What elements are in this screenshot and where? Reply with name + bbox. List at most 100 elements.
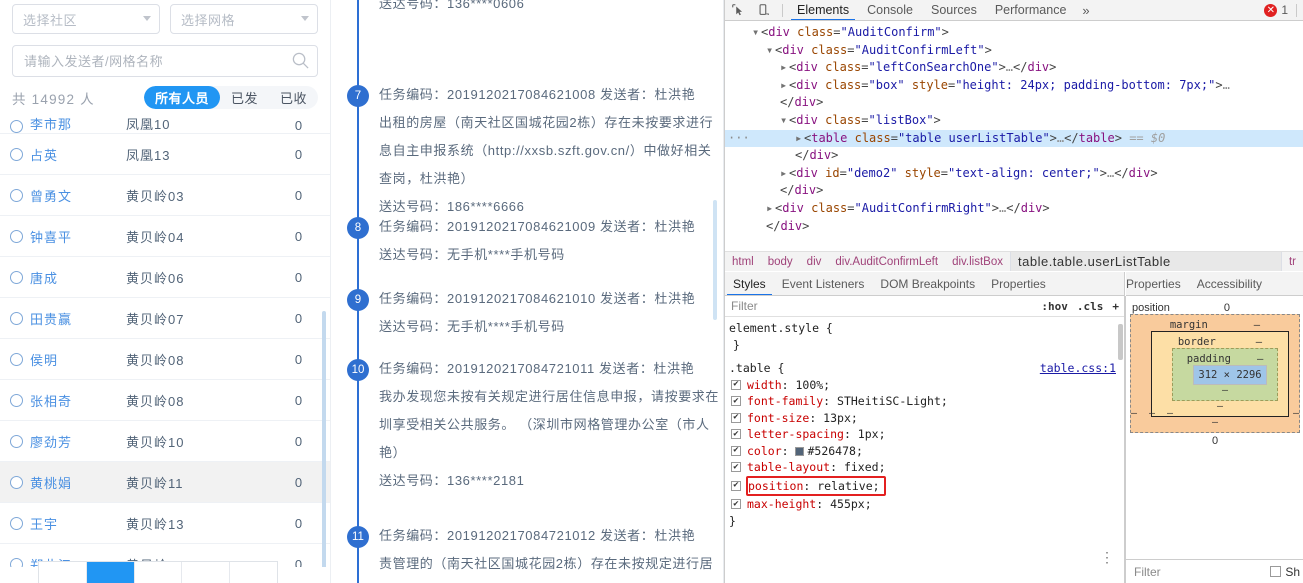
collapse-arrow-icon[interactable]: ▸ <box>780 59 789 77</box>
checkbox-icon[interactable]: ✔ <box>731 499 741 510</box>
css-property-position[interactable]: ✔ position: relative; <box>729 475 1124 496</box>
inspect-element-icon[interactable] <box>725 0 751 20</box>
dom-node[interactable]: ▸ <div class="AuditConfirmRight">…</div> <box>725 200 1303 218</box>
breadcrumb-userlisttable[interactable]: table.table.userListTable <box>1010 252 1282 271</box>
table-row[interactable]: 占英 凤凰13 0 <box>0 134 330 175</box>
box-model-border[interactable]: border – padding – 312 × 2296 – – <box>1151 331 1289 417</box>
pagination[interactable] <box>38 561 278 583</box>
css-property-font-family[interactable]: ✔ font-family: STHeitiSC-Light; <box>729 393 1124 410</box>
segment-all[interactable]: 所有人员 <box>143 86 220 109</box>
breadcrumb-listbox[interactable]: div.listBox <box>945 256 1010 268</box>
segment-received[interactable]: 已收 <box>269 86 318 109</box>
dom-node[interactable]: ▸ <div class="leftConSearchOne">…</div> <box>725 59 1303 77</box>
breadcrumb-tr[interactable]: tr <box>1282 256 1303 268</box>
tab-console[interactable]: Console <box>858 0 922 20</box>
collapse-arrow-icon[interactable]: ▸ <box>780 165 789 183</box>
list-item[interactable]: 10 任务编码：2019120217084721011 发送者：杜洪艳 我办发现… <box>331 355 724 495</box>
tab-properties-right[interactable]: Properties <box>1126 272 1189 295</box>
radio-icon[interactable] <box>10 270 23 284</box>
checkbox-icon[interactable] <box>1270 566 1282 577</box>
checkbox-icon[interactable]: ✔ <box>731 462 741 473</box>
tab-accessibility[interactable]: Accessibility <box>1189 272 1270 295</box>
radio-icon[interactable] <box>10 475 23 489</box>
css-property-table-layout[interactable]: ✔ table-layout: fixed; <box>729 459 1124 476</box>
color-swatch-icon[interactable] <box>795 446 805 456</box>
plus-icon[interactable]: + <box>1112 300 1119 313</box>
dom-node[interactable]: ▸ <div id="demo2" style="text-align: cent… <box>725 165 1303 183</box>
tab-event-listeners[interactable]: Event Listeners <box>774 272 873 295</box>
table-row[interactable]: 黄桃娟 黄贝岭11 0 <box>0 462 330 503</box>
dom-node[interactable]: ▾ <div class="AuditConfirm"> <box>725 24 1303 42</box>
kebab-menu-icon[interactable]: ⋮ <box>1100 551 1114 565</box>
table-row[interactable]: 唐成 黄贝岭06 0 <box>0 257 330 298</box>
radio-icon[interactable] <box>10 516 23 530</box>
radio-icon[interactable] <box>10 311 23 325</box>
breadcrumb-html[interactable]: html <box>725 256 761 268</box>
radio-icon[interactable] <box>10 558 23 567</box>
box-model-margin[interactable]: margin – border – padding – 312 × 2296 –… <box>1130 314 1300 433</box>
list-item[interactable]: 8 任务编码：2019120217084621009 发送者：杜洪艳 送达号码：… <box>331 213 724 269</box>
table-row[interactable]: 钟喜平 黄贝岭04 0 <box>0 216 330 257</box>
styles-scrollbar[interactable] <box>1118 324 1123 360</box>
page-2[interactable] <box>135 562 183 583</box>
dom-node[interactable]: ▾ <div class="listBox"> <box>725 112 1303 130</box>
expand-arrow-icon[interactable]: ▾ <box>780 112 789 130</box>
tab-elements[interactable]: Elements <box>788 0 858 20</box>
collapse-arrow-icon[interactable]: ▸ <box>766 200 775 218</box>
checkbox-icon[interactable]: ✔ <box>731 379 741 390</box>
radio-icon[interactable] <box>10 147 23 161</box>
table-row[interactable]: 曾勇文 黄贝岭03 0 <box>0 175 330 216</box>
tab-performance[interactable]: Performance <box>986 0 1076 20</box>
radio-icon[interactable] <box>10 229 23 243</box>
community-select[interactable]: 选择社区 <box>12 4 160 34</box>
css-source-link[interactable]: table.css:1 <box>1040 360 1124 377</box>
box-model-padding[interactable]: padding – 312 × 2296 – <box>1172 348 1278 401</box>
page-1[interactable] <box>86 562 135 583</box>
table-row[interactable]: 廖劲芳 黄贝岭10 0 <box>0 421 330 462</box>
computed-filter-input[interactable]: Filter <box>1134 565 1161 579</box>
breadcrumb-auditconfirmleft[interactable]: div.AuditConfirmLeft <box>828 256 945 268</box>
chevron-double-right-icon[interactable]: » <box>1075 3 1096 18</box>
checkbox-icon[interactable]: ✔ <box>731 396 741 407</box>
list-item[interactable]: 口和房屋管理办公室），社区巡查岗，杜洪艳） 送达号码：136****0606 <box>331 0 724 18</box>
table-row[interactable]: 张相奇 黄贝岭08 0 <box>0 380 330 421</box>
radio-icon[interactable] <box>10 188 23 202</box>
list-item[interactable]: 9 任务编码：2019120217084621010 发送者：杜洪艳 送达号码：… <box>331 285 724 341</box>
box-model-content-size[interactable]: 312 × 2296 <box>1193 365 1267 385</box>
radio-icon[interactable] <box>10 393 23 407</box>
css-property-width[interactable]: ✔ width: 100%; <box>729 377 1124 394</box>
dom-node[interactable]: ▸ <div class="box" style="height: 24px; p… <box>725 77 1303 95</box>
collapse-arrow-icon[interactable]: ▸ <box>795 130 804 148</box>
collapse-arrow-icon[interactable]: ▸ <box>780 77 789 95</box>
css-selector[interactable]: .table { <box>729 360 784 377</box>
breadcrumb-body[interactable]: body <box>761 256 800 268</box>
page-next[interactable] <box>230 562 277 583</box>
tab-properties[interactable]: Properties <box>983 272 1054 295</box>
dom-node[interactable]: ▾ <div class="AuditConfirmLeft"> <box>725 42 1303 60</box>
dom-node-selected[interactable]: ··· ▸ <table class="table userListTable">…… <box>725 129 1303 148</box>
dom-node[interactable]: </div> <box>725 182 1303 200</box>
page-3[interactable] <box>182 562 231 583</box>
error-counter[interactable]: ✕ 1 <box>1264 3 1303 17</box>
table-row[interactable]: 侯明 黄贝岭08 0 <box>0 339 330 380</box>
segment-sent[interactable]: 已发 <box>220 86 269 109</box>
device-toolbar-icon[interactable] <box>751 0 777 20</box>
table-row[interactable]: 田贵赢 黄贝岭07 0 <box>0 298 330 339</box>
css-property-color[interactable]: ✔ color: #526478; <box>729 443 1124 460</box>
css-property-max-height[interactable]: ✔ max-height: 455px; <box>729 496 1124 513</box>
search-input[interactable] <box>12 45 318 77</box>
dom-node[interactable]: </div> <box>725 94 1303 112</box>
timeline-scrollbar[interactable] <box>713 200 717 320</box>
checkbox-icon[interactable]: ✔ <box>731 480 741 491</box>
hov-toggle[interactable]: :hov <box>1041 300 1068 313</box>
tab-styles[interactable]: Styles <box>725 272 774 295</box>
grid-select[interactable]: 选择网格 <box>170 4 318 34</box>
user-list-scroll[interactable]: 李市那 凤凰10 0 占英 凤凰13 0 曾勇文 黄贝岭03 0 钟喜平 黄贝岭… <box>0 115 330 567</box>
expand-arrow-icon[interactable]: ▾ <box>752 24 761 42</box>
list-item[interactable]: 7 任务编码：2019120217084621008 发送者：杜洪艳 出租的房屋… <box>331 81 724 221</box>
css-property-font-size[interactable]: ✔ font-size: 13px; <box>729 410 1124 427</box>
table-row[interactable]: 李市那 凤凰10 0 <box>0 115 330 134</box>
tab-sources[interactable]: Sources <box>922 0 986 20</box>
radio-icon[interactable] <box>10 434 23 448</box>
show-all-toggle[interactable]: Sh <box>1270 565 1303 579</box>
